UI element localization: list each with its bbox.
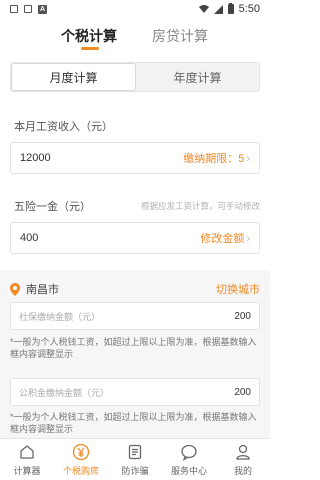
housing-fund-value[interactable]: 200 [234, 387, 251, 398]
document-icon [128, 444, 142, 460]
nav-anti-fraud[interactable]: 防诈骗 [108, 439, 162, 480]
nav-anti-fraud-label: 防诈骗 [121, 466, 149, 476]
social-security-note: *一般为个人税钱工资，如超过上限以上限为准，根据基数输入框内容调整显示 [10, 337, 257, 359]
nav-calculator[interactable]: 计算器 [0, 439, 54, 480]
top-tabs: 个税计算 房贷计算 [0, 26, 270, 50]
tab-active-indicator [81, 47, 99, 50]
tab-tax-calc[interactable]: 个税计算 [61, 26, 117, 46]
social-security-placeholder: 社保缴纳金额（元） [19, 311, 101, 322]
notification-a-icon: A [38, 4, 47, 14]
bottom-nav: 计算器 个税购房 防诈骗 服务中心 我的 [0, 438, 270, 480]
insurance-value[interactable]: 400 [20, 232, 38, 244]
chevron-right-icon: › [246, 233, 250, 245]
insurance-hint: 根据应发工资计算，可手动修改 [140, 201, 260, 211]
switch-city-button[interactable]: 切换城市 [216, 281, 260, 297]
location-pin-icon [10, 282, 20, 296]
payment-period-label: 缴纳期限：5 [183, 153, 245, 165]
user-icon [236, 444, 250, 460]
segment-monthly[interactable]: 月度计算 [11, 63, 136, 91]
city-row: 南昌市 切换城市 [10, 280, 260, 298]
status-time: 5:50 [238, 3, 260, 15]
status-left: A [10, 4, 47, 14]
home-icon [20, 445, 34, 459]
housing-fund-placeholder: 公积金缴纳金额（元） [19, 387, 110, 398]
payment-period-selector[interactable]: 缴纳期限：5 › [183, 150, 250, 166]
nav-tax-house[interactable]: 个税购房 [54, 439, 108, 480]
income-label: 本月工资收入（元） [14, 121, 113, 133]
nav-service-center-label: 服务中心 [170, 466, 207, 476]
signal-icon [213, 4, 223, 14]
income-field[interactable]: 12000 缴纳期限：5 › [10, 142, 260, 174]
housing-fund-note: *一般为个人税钱工资，如超过上限以上限为准，根据基数输入框内容调整显示 [10, 412, 257, 434]
social-security-field[interactable]: 社保缴纳金额（元） 200 [10, 302, 260, 330]
notification-square-icon [10, 5, 18, 13]
wifi-icon [198, 5, 209, 13]
notification-square-icon-2 [24, 5, 32, 13]
housing-fund-field[interactable]: 公积金缴纳金额（元） 200 [10, 378, 260, 406]
insurance-field[interactable]: 400 修改金额 › [10, 222, 260, 254]
city-info: 南昌市 [10, 281, 59, 297]
nav-tax-house-label: 个税购房 [62, 466, 99, 476]
city-name: 南昌市 [26, 284, 59, 296]
yen-icon [72, 443, 90, 461]
modify-amount-label: 修改金额 [200, 233, 245, 245]
nav-mine-label: 我的 [233, 466, 252, 476]
nav-mine[interactable]: 我的 [216, 439, 270, 480]
chevron-right-icon: › [246, 153, 250, 165]
tab-mortgage-calc[interactable]: 房贷计算 [152, 26, 208, 46]
nav-calculator-label: 计算器 [13, 466, 41, 476]
status-right: 5:50 [198, 2, 260, 15]
segment-yearly[interactable]: 年度计算 [136, 63, 259, 91]
social-security-value[interactable]: 200 [234, 311, 251, 322]
modify-amount-button[interactable]: 修改金额 › [200, 230, 250, 246]
battery-icon [227, 2, 234, 14]
insurance-label: 五险一金（元） [14, 201, 91, 213]
chat-icon [181, 444, 197, 461]
status-bar: A 5:50 [0, 0, 270, 18]
income-value[interactable]: 12000 [20, 152, 51, 164]
nav-service-center[interactable]: 服务中心 [162, 439, 216, 480]
period-segment: 月度计算 年度计算 [10, 62, 260, 92]
